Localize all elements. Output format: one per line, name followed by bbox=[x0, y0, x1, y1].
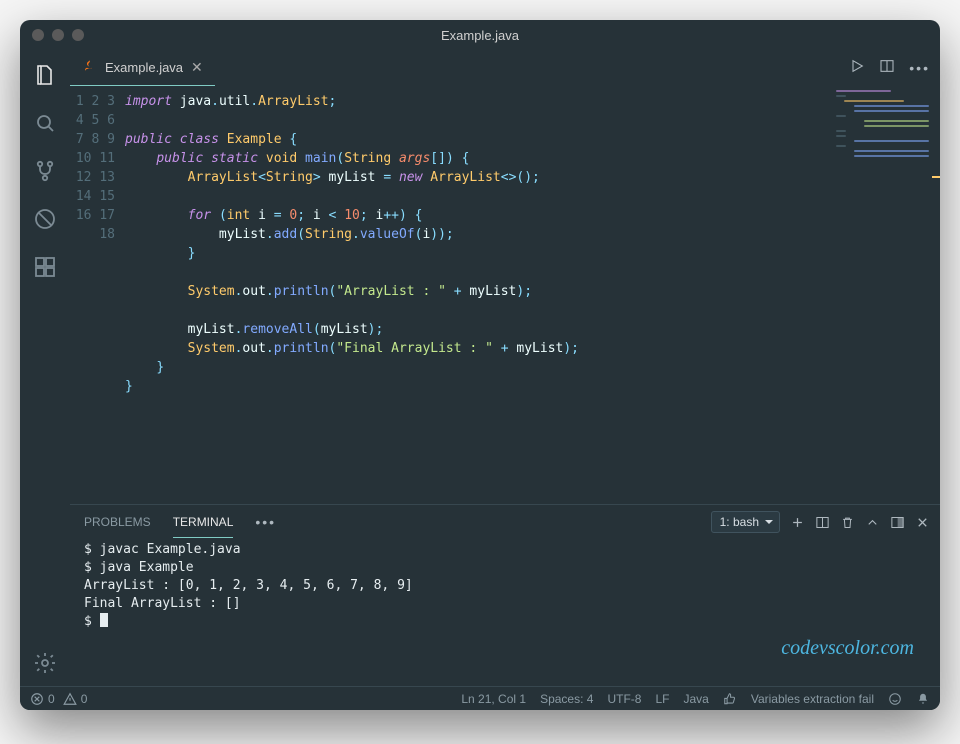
status-bar: 0 0 Ln 21, Col 1 Spaces: 4 UTF-8 LF Java… bbox=[20, 686, 940, 710]
terminal-selector-label: 1: bash bbox=[720, 515, 759, 529]
panel-tab-terminal[interactable]: TERMINAL bbox=[173, 507, 234, 538]
extensions-icon[interactable] bbox=[32, 254, 58, 280]
terminal-selector[interactable]: 1: bash bbox=[711, 511, 780, 533]
overview-marker bbox=[932, 176, 940, 178]
editor-actions: ••• bbox=[849, 50, 930, 86]
titlebar: Example.java bbox=[20, 20, 940, 50]
tab-label: Example.java bbox=[105, 60, 183, 75]
source-control-icon[interactable] bbox=[32, 158, 58, 184]
panel-more-icon[interactable]: ••• bbox=[255, 514, 276, 530]
maximize-window-button[interactable] bbox=[72, 29, 84, 41]
body: Example.java ✕ ••• 1 2 3 4 5 6 7 8 9 10 … bbox=[20, 50, 940, 686]
tab-row: Example.java ✕ ••• bbox=[70, 50, 940, 86]
notifications-bell-icon[interactable] bbox=[916, 692, 930, 706]
status-encoding[interactable]: UTF-8 bbox=[607, 692, 641, 706]
editor[interactable]: 1 2 3 4 5 6 7 8 9 10 11 12 13 14 15 16 1… bbox=[70, 86, 940, 504]
activity-bar bbox=[20, 50, 70, 686]
code-area[interactable]: import java.util.ArrayList; public class… bbox=[125, 86, 940, 504]
split-editor-icon[interactable] bbox=[879, 58, 895, 79]
run-icon[interactable] bbox=[849, 58, 865, 79]
editor-window: Example.java bbox=[20, 20, 940, 710]
traffic-lights bbox=[32, 29, 84, 41]
debug-icon[interactable] bbox=[32, 206, 58, 232]
maximize-panel-icon[interactable] bbox=[865, 515, 880, 530]
more-actions-icon[interactable]: ••• bbox=[909, 60, 930, 76]
toggle-panel-layout-icon[interactable] bbox=[890, 515, 905, 530]
thumbs-up-icon[interactable] bbox=[723, 692, 737, 706]
tab-example-java[interactable]: Example.java ✕ bbox=[70, 50, 215, 86]
kill-terminal-icon[interactable] bbox=[840, 515, 855, 530]
main-column: Example.java ✕ ••• 1 2 3 4 5 6 7 8 9 10 … bbox=[70, 50, 940, 686]
status-eol[interactable]: LF bbox=[655, 692, 669, 706]
close-panel-icon[interactable] bbox=[915, 515, 930, 530]
new-terminal-icon[interactable] bbox=[790, 515, 805, 530]
settings-gear-icon[interactable] bbox=[32, 650, 58, 676]
status-warnings[interactable]: 0 bbox=[63, 692, 88, 706]
minimize-window-button[interactable] bbox=[52, 29, 64, 41]
explorer-icon[interactable] bbox=[32, 62, 58, 88]
status-cursor-position[interactable]: Ln 21, Col 1 bbox=[461, 692, 526, 706]
java-file-icon bbox=[82, 59, 97, 77]
feedback-smiley-icon[interactable] bbox=[888, 692, 902, 706]
status-extraction[interactable]: Variables extraction fail bbox=[751, 692, 874, 706]
close-window-button[interactable] bbox=[32, 29, 44, 41]
split-terminal-icon[interactable] bbox=[815, 515, 830, 530]
panel-tabs: PROBLEMS TERMINAL ••• 1: bash bbox=[70, 505, 940, 539]
window-title: Example.java bbox=[20, 28, 940, 43]
status-language[interactable]: Java bbox=[683, 692, 708, 706]
line-gutter: 1 2 3 4 5 6 7 8 9 10 11 12 13 14 15 16 1… bbox=[70, 86, 125, 504]
status-errors[interactable]: 0 bbox=[30, 692, 55, 706]
watermark: codevscolor.com bbox=[781, 637, 914, 660]
search-icon[interactable] bbox=[32, 110, 58, 136]
close-tab-icon[interactable]: ✕ bbox=[191, 59, 203, 76]
panel-tab-problems[interactable]: PROBLEMS bbox=[84, 507, 151, 537]
terminal-output[interactable]: $ javac Example.java $ java Example Arra… bbox=[70, 539, 940, 686]
status-indentation[interactable]: Spaces: 4 bbox=[540, 692, 593, 706]
